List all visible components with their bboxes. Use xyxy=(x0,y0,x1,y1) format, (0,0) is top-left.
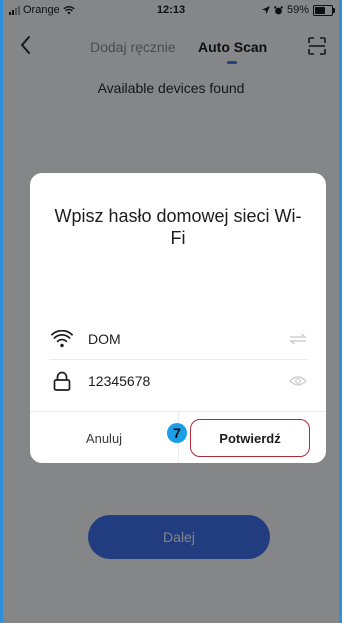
confirm-button[interactable]: Potwierdź xyxy=(190,419,310,457)
cancel-button[interactable]: Anuluj xyxy=(30,412,178,463)
switch-network-icon[interactable] xyxy=(288,329,308,349)
dialog-title: Wpisz hasło domowej sieci Wi-Fi xyxy=(54,206,302,248)
password-row[interactable]: 12345678 xyxy=(50,361,308,401)
app-screen: Orange 12:13 59% Dodaj ręcznie Auto Scan… xyxy=(3,0,339,623)
dialog-actions: Anuluj 7 Potwierdź xyxy=(30,411,326,463)
network-name: DOM xyxy=(88,331,121,347)
step-badge: 7 xyxy=(167,423,187,443)
show-password-icon[interactable] xyxy=(288,371,308,391)
lock-icon xyxy=(50,369,74,393)
password-field[interactable]: 12345678 xyxy=(88,373,288,389)
network-row: DOM xyxy=(50,319,308,360)
wifi-icon xyxy=(50,327,74,351)
wifi-password-dialog: Wpisz hasło domowej sieci Wi-Fi DOM 1234… xyxy=(30,173,326,463)
